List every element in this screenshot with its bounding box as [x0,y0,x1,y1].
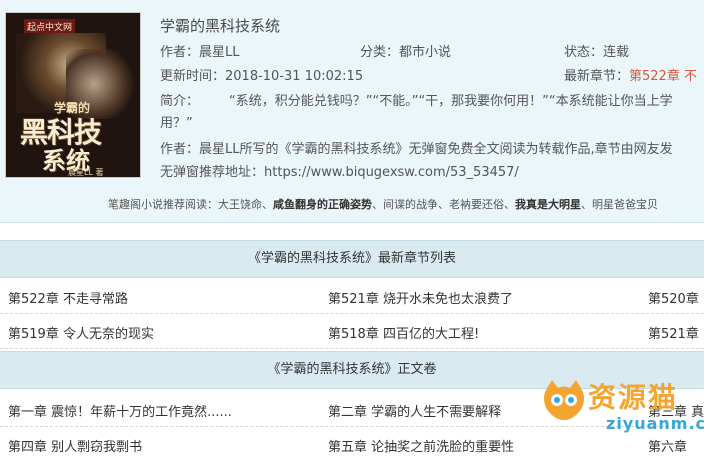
chapter-link[interactable]: 第518章 四百亿的大工程! [328,323,479,342]
status-value: 连载 [603,45,630,60]
latest-chapter-row: 最新章节：第522章 不 [564,65,697,84]
chapter-link[interactable]: 第519章 令人无奈的现实 [8,323,154,342]
recommend-bar: 笔趣阁小说推荐阅读：大王饶命、咸鱼翻身的正确姿势、间谍的战争、老衲要还俗、我真是… [108,196,658,212]
cover-author: 晨星LL 著 [68,168,104,177]
author-row: 作者：晨星LL [160,41,240,60]
category-row: 分类：都市小说 [360,41,451,60]
chapter-row: 第522章 不走寻常路 第521章 烧开水未免也太浪费了 第520章 [0,280,704,314]
book-url[interactable]: https://www.biqugexsw.com/53_53457/ [264,165,519,180]
latest-chapter-link[interactable]: 第522章 不 [629,69,697,84]
chapter-row: 第519章 令人无奈的现实 第518章 四百亿的大工程! 第521章 [0,315,704,349]
author-label: 作者： [160,45,200,60]
chapter-link[interactable]: 第五章 论抽奖之前洗脸的重要性 [328,436,514,455]
chapter-link[interactable]: 第520章 [648,288,699,307]
latest-chapter-label: 最新章节： [564,69,630,84]
chapter-link[interactable]: 第521章 烧开水未免也太浪费了 [328,288,513,307]
chapter-link[interactable]: 第521章 [648,323,699,342]
recommend-link[interactable]: 老衲要还俗、 [449,198,515,211]
watermark-url: ziyuanm.com [606,414,704,433]
recommend-link[interactable]: 明星爸爸宝贝 [592,198,658,211]
book-title: 学霸的黑科技系统 [160,17,281,35]
updated-value: 2018-10-31 10:02:15 [225,69,364,84]
book-info-panel: 起点中文网 学霸的 黑科技 系统 晨星LL 著 学霸的黑科技系统 作者：晨星LL… [0,0,704,223]
recommend-label: 笔趣阁小说推荐阅读： [108,198,218,211]
recommend-link[interactable]: 间谍的战争、 [383,198,449,211]
author-name: 晨星LL [199,45,240,60]
cover-publisher-badge: 起点中文网 [24,19,76,34]
intro-text-line1: “系统，积分能兑钱吗？”“不能。”“干，那我要你何用！”“本系统能让你当上学 [229,94,673,109]
intro-text-line2: 用？” [160,116,193,131]
chapter-link[interactable]: 第二章 学霸的人生不需要解释 [328,401,501,420]
chapter-link[interactable]: 第522章 不走寻常路 [8,288,128,307]
watermark-brand: 资源猫 [588,381,679,414]
category-value: 都市小说 [399,45,452,60]
latest-chapters-heading: 《学霸的黑科技系统》最新章节列表 [0,240,704,278]
chapter-link[interactable]: 第一章 震惊！年薪十万的工作竟然...... [8,401,232,420]
chapter-link[interactable]: 第四章 别人剽窃我剽书 [8,436,142,455]
updated-label: 更新时间： [160,69,226,84]
url-label: 无弹窗推荐地址： [160,165,265,180]
status-label: 状态： [564,45,604,60]
recommend-separator: 、 [581,198,592,211]
intro-label: 简介： [160,94,200,109]
url-row: 无弹窗推荐地址：https://www.biqugexsw.com/53_534… [160,161,519,180]
updated-row: 更新时间：2018-10-31 10:02:15 [160,65,363,84]
status-row: 状态：连载 [564,41,629,60]
category-label: 分类： [360,45,400,60]
recommend-link[interactable]: 大王饶命、 [218,198,273,211]
recommend-link[interactable]: 我真是大明星 [515,198,581,211]
book-cover-image[interactable]: 起点中文网 学霸的 黑科技 系统 晨星LL 著 [5,12,141,178]
recommend-link[interactable]: 咸鱼翻身的正确姿势 [273,198,372,211]
watermark-overlay: 资源猫 ziyuanm.com [538,374,704,445]
cat-logo-icon [544,380,584,420]
recommend-separator: 、 [372,198,383,211]
description-line: 作者：晨星LL所写的《学霸的黑科技系统》无弹窗免费全文阅读为转载作品,章节由网友… [160,142,673,157]
